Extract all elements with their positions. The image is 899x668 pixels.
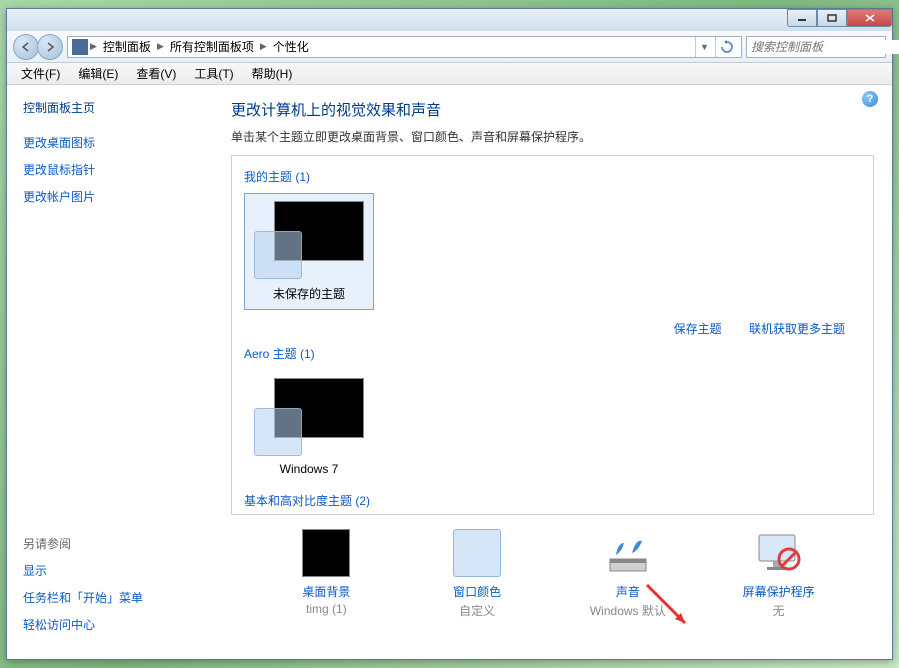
minimize-button[interactable]: [787, 9, 817, 27]
sidebar-link-mouse-pointer[interactable]: 更改鼠标指针: [23, 161, 201, 178]
navbar: ▶ 控制面板 ▶ 所有控制面板项 ▶ 个性化 ▼: [7, 31, 892, 63]
themes-list[interactable]: 我的主题 (1) 未保存的主题 保存主题 联机获取更多主题 Aero 主题 (1…: [231, 155, 874, 515]
window-color-icon: [453, 529, 501, 577]
search-box[interactable]: [746, 36, 886, 58]
menu-edit[interactable]: 编辑(E): [70, 63, 126, 84]
maximize-button[interactable]: [817, 9, 847, 27]
control-panel-window: ▶ 控制面板 ▶ 所有控制面板项 ▶ 个性化 ▼ 文件(F) 编辑(E) 查看(…: [6, 8, 893, 660]
main-panel: 更改计算机上的视觉效果和声音 单击某个主题立即更改桌面背景、窗口颜色、声音和屏幕…: [217, 85, 892, 659]
desktop-background-button[interactable]: 桌面背景 timg (1): [261, 529, 391, 619]
category-aero-themes: Aero 主题 (1): [244, 345, 861, 362]
menu-tools[interactable]: 工具(T): [186, 63, 241, 84]
chevron-right-icon: ▶: [157, 41, 164, 52]
refresh-button[interactable]: [715, 37, 737, 57]
sidebar-foot-display[interactable]: 显示: [23, 562, 143, 579]
address-dropdown-button[interactable]: ▼: [695, 37, 713, 57]
sidebar-foot-ease[interactable]: 轻松访问中心: [23, 616, 143, 633]
link-get-more-themes[interactable]: 联机获取更多主题: [749, 322, 845, 336]
desktop-background-icon: [302, 529, 350, 577]
theme-unsaved[interactable]: 未保存的主题: [244, 193, 374, 310]
sounds-button[interactable]: 声音 Windows 默认: [563, 529, 693, 619]
forward-button[interactable]: [37, 34, 63, 60]
breadcrumb-personalization[interactable]: 个性化: [269, 38, 313, 55]
chevron-right-icon: ▶: [260, 41, 267, 52]
bottom-settings-row: 桌面背景 timg (1) 窗口颜色 自定义 声音 Windows 默认: [231, 529, 874, 619]
page-subtitle: 单击某个主题立即更改桌面背景、窗口颜色、声音和屏幕保护程序。: [231, 128, 874, 145]
close-button[interactable]: [847, 9, 892, 27]
sidebar: 控制面板主页 更改桌面图标 更改鼠标指针 更改帐户图片 另请参阅 显示 任务栏和…: [7, 85, 217, 659]
search-input[interactable]: [751, 40, 899, 54]
breadcrumb-control-panel[interactable]: 控制面板: [99, 38, 155, 55]
menu-help[interactable]: 帮助(H): [244, 63, 301, 84]
address-bar[interactable]: ▶ 控制面板 ▶ 所有控制面板项 ▶ 个性化 ▼: [67, 36, 742, 58]
screensaver-icon: [755, 529, 803, 577]
screensaver-button[interactable]: 屏幕保护程序 无: [714, 529, 844, 619]
sidebar-foot-taskbar[interactable]: 任务栏和「开始」菜单: [23, 589, 143, 606]
page-title: 更改计算机上的视觉效果和声音: [231, 99, 874, 120]
theme-label: 未保存的主题: [252, 285, 366, 302]
sound-icon: [604, 529, 652, 577]
sidebar-link-desktop-icons[interactable]: 更改桌面图标: [23, 134, 201, 151]
titlebar: [7, 9, 892, 31]
control-panel-icon: [72, 39, 88, 55]
sidebar-see-also: 另请参阅: [23, 535, 143, 552]
breadcrumb-all-items[interactable]: 所有控制面板项: [166, 38, 258, 55]
sidebar-link-account-picture[interactable]: 更改帐户图片: [23, 188, 201, 205]
back-button[interactable]: [13, 34, 39, 60]
theme-label: Windows 7: [252, 462, 366, 476]
chevron-right-icon: ▶: [90, 41, 97, 52]
window-color-button[interactable]: 窗口颜色 自定义: [412, 529, 542, 619]
menubar: 文件(F) 编辑(E) 查看(V) 工具(T) 帮助(H): [7, 63, 892, 85]
menu-view[interactable]: 查看(V): [128, 63, 184, 84]
category-my-themes: 我的主题 (1): [244, 168, 861, 185]
category-basic-themes: 基本和高对比度主题 (2): [244, 492, 861, 509]
link-save-theme[interactable]: 保存主题: [674, 322, 722, 336]
sidebar-home[interactable]: 控制面板主页: [23, 99, 201, 116]
theme-windows7[interactable]: Windows 7: [244, 370, 374, 484]
menu-file[interactable]: 文件(F): [13, 63, 68, 84]
